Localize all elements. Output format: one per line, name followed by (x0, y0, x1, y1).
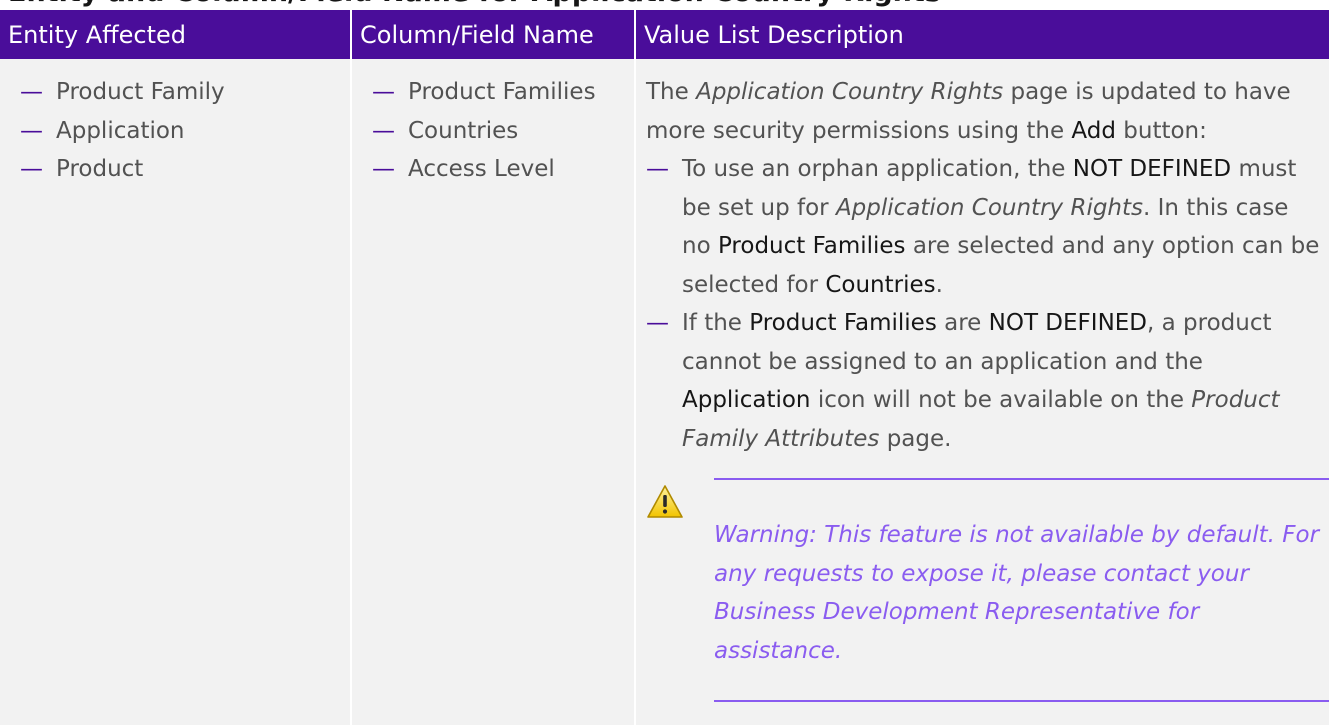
ui-term: Application (682, 387, 811, 413)
header-entity-affected: Entity Affected (0, 10, 351, 59)
dash-bullet: — (20, 79, 43, 105)
warning-note: Warning: This feature is not available b… (646, 478, 1329, 708)
ui-term: Product Families (749, 310, 937, 336)
list-item: — To use an orphan application, the NOT D… (646, 150, 1323, 304)
table-row: — Product Family — Application — Product — P… (0, 59, 1329, 725)
description-intro: The Application Country Rights page is u… (646, 79, 1291, 144)
ui-term: Product Families (717, 233, 906, 259)
dash-bullet: — (20, 117, 43, 144)
dash-bullet: — (20, 156, 43, 182)
dash-bullet: — (646, 156, 669, 182)
description-list: — To use an orphan application, the NOT D… (646, 150, 1323, 458)
value-list-table: Entity Affected Column/Field Name Value … (0, 10, 1329, 725)
field-list: — Product Families — Countries — Access Lev… (372, 73, 634, 189)
header-value-list-description: Value List Description (634, 10, 1329, 59)
warning-top-rule (714, 478, 1329, 480)
header-column-field-name: Column/Field Name (350, 10, 635, 59)
warning-text: Warning: This feature is not available b… (714, 522, 1320, 664)
list-item: — Access Level (372, 150, 634, 189)
dash-bullet: — (372, 156, 395, 182)
page-name-emphasis: Application Country Rights (696, 79, 1004, 105)
ui-term: NOT DEFINED (988, 310, 1148, 336)
warning-bottom-rule (714, 700, 1329, 702)
field-cell: — Product Families — Countries — Access Lev… (350, 59, 635, 725)
page-name-emphasis: Application Country Rights (835, 194, 1144, 221)
list-item: — Product Family (20, 73, 350, 112)
description-cell: The Application Country Rights page is u… (634, 59, 1329, 725)
ui-term: NOT DEFINED (1072, 156, 1232, 182)
ui-term: Countries (825, 271, 936, 298)
section-heading: Entity and Column/Field Name for Applica… (8, 0, 941, 8)
warning-triangle-icon (647, 485, 683, 518)
entity-list: — Product Family — Application — Product (20, 73, 350, 189)
dash-bullet: — (646, 310, 669, 336)
list-item: — Product (20, 150, 350, 189)
list-item: — Product Families (372, 73, 634, 112)
ui-term: Add (1071, 117, 1116, 144)
list-item: — If the Product Families are NOT DEFINED… (646, 304, 1323, 458)
entity-cell: — Product Family — Application — Product (0, 59, 351, 725)
table-header-row: Entity Affected Column/Field Name Value … (0, 10, 1329, 59)
list-item: — Countries (372, 112, 634, 151)
dash-bullet: — (372, 79, 395, 105)
dash-bullet: — (372, 117, 395, 144)
list-item: — Application (20, 112, 350, 151)
document-page: Entity and Column/Field Name for Applica… (0, 0, 1329, 725)
